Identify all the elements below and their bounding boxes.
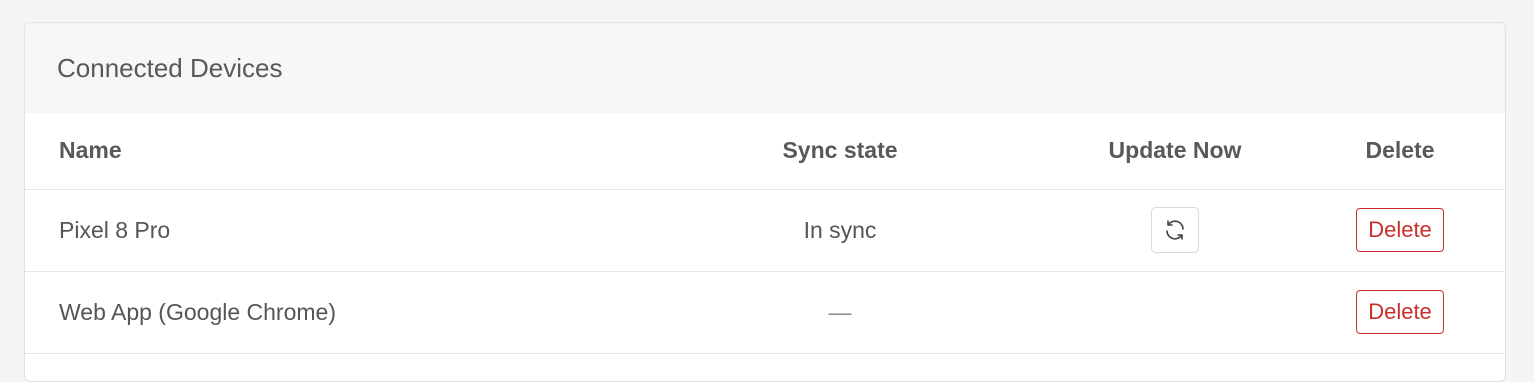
panel-title: Connected Devices bbox=[57, 52, 283, 83]
update-now-cell bbox=[1055, 271, 1295, 354]
delete-device-button[interactable]: Delete bbox=[1356, 289, 1444, 335]
table-row: Pixel 8 Pro In sync Delete bbox=[25, 189, 1505, 272]
device-sync-state: — bbox=[625, 271, 1055, 354]
delete-device-button[interactable]: Delete bbox=[1356, 207, 1444, 253]
panel-header: Connected Devices bbox=[25, 23, 1505, 113]
delete-cell: Delete bbox=[1295, 271, 1505, 354]
update-now-button[interactable] bbox=[1151, 207, 1199, 253]
refresh-icon bbox=[1166, 220, 1184, 240]
devices-table: Name Sync state Update Now Delete Pixel … bbox=[25, 113, 1505, 354]
column-header-sync-state: Sync state bbox=[625, 113, 1055, 190]
column-header-update-now: Update Now bbox=[1055, 113, 1295, 190]
device-name: Pixel 8 Pro bbox=[25, 189, 625, 272]
device-sync-state: In sync bbox=[625, 189, 1055, 272]
update-now-cell bbox=[1055, 189, 1295, 272]
table-header-row: Name Sync state Update Now Delete bbox=[25, 113, 1505, 190]
column-header-delete: Delete bbox=[1295, 113, 1505, 190]
column-header-name: Name bbox=[25, 113, 625, 190]
table-row: Web App (Google Chrome) — Delete bbox=[25, 271, 1505, 354]
device-name: Web App (Google Chrome) bbox=[25, 271, 625, 354]
connected-devices-panel: Connected Devices Name Sync state Update… bbox=[24, 22, 1506, 382]
delete-cell: Delete bbox=[1295, 189, 1505, 272]
